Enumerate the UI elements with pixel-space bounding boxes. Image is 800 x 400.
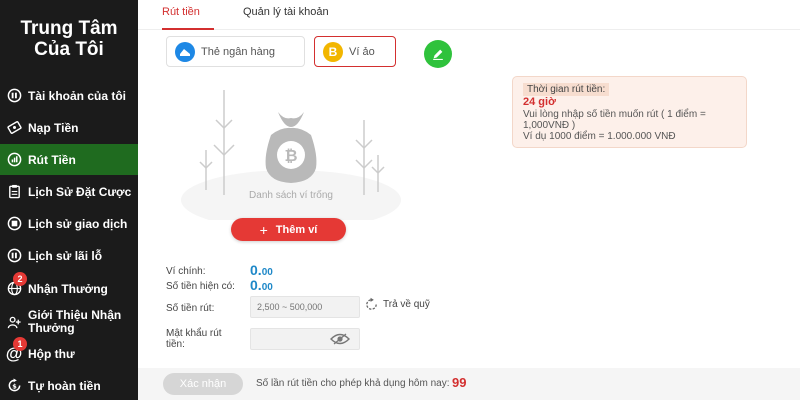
confirm-button[interactable]: Xác nhận: [163, 373, 243, 395]
virtual-wallet-method-label: Ví ảo: [349, 45, 375, 58]
tab-account-management[interactable]: Quản lý tài khoản: [243, 6, 329, 18]
withdraw-amount-input-wrapper: [250, 296, 360, 318]
main-wallet-amount: 0.00: [250, 262, 273, 278]
info-line-3: Ví dụ 1000 điểm = 1.000.000 VNĐ: [523, 131, 676, 142]
return-to-fund-button[interactable]: Trả về quỹ: [364, 297, 430, 312]
active-tab-indicator: [162, 28, 214, 30]
withdraw-password-label: Mật khẩu rút tiền:: [166, 328, 222, 350]
available-amount: 0.00: [250, 277, 273, 293]
withdraw-chart-icon: [6, 152, 22, 168]
empty-wallet-text: Danh sách ví trống: [249, 190, 333, 201]
plus-icon: +: [259, 221, 268, 238]
add-wallet-button[interactable]: + Thêm ví: [231, 218, 346, 241]
svg-text:$: $: [12, 382, 17, 390]
sidebar: Trung Tâm Của Tôi Tài khoản của tôi Nạp …: [0, 0, 138, 400]
profit-loss-icon: [6, 248, 22, 264]
sidebar-item-withdraw[interactable]: Rút Tiền: [0, 144, 138, 175]
info-hours: 24 giờ: [523, 96, 556, 108]
sidebar-item-auto-refund[interactable]: $ Tự hoàn tiền: [0, 370, 138, 400]
virtual-wallet-method-button[interactable]: B Ví ảo: [314, 36, 396, 67]
sidebar-item-referral[interactable]: Giới Thiệu Nhận Thưởng: [0, 305, 138, 339]
sidebar-item-deposit[interactable]: Nạp Tiền: [0, 112, 138, 143]
sidebar-item-profit-loss[interactable]: Lịch sử lãi lỗ: [0, 240, 138, 271]
add-wallet-label: Thêm ví: [275, 223, 318, 236]
refresh-icon: [366, 297, 377, 310]
clipboard-icon: [6, 184, 22, 200]
svg-text:₿: ₿: [284, 146, 297, 165]
tab-bar: Rút tiền Quản lý tài khoản: [138, 0, 800, 30]
daily-withdraw-count: 99: [452, 375, 467, 390]
sidebar-item-transaction-history[interactable]: Lịch sử giao dịch: [0, 208, 138, 239]
withdraw-page: Trung Tâm Của Tôi Tài khoản của tôi Nạp …: [0, 0, 800, 400]
referral-icon: [6, 314, 22, 330]
transaction-icon: [6, 216, 22, 232]
withdraw-amount-input[interactable]: [257, 302, 359, 312]
account-icon: [6, 88, 22, 104]
main-wallet-label: Ví chính:: [166, 266, 206, 277]
bank-card-method-button[interactable]: Thẻ ngân hàng: [166, 36, 305, 67]
tab-withdraw[interactable]: Rút tiền: [162, 6, 200, 18]
sidebar-item-account[interactable]: Tài khoản của tôi: [0, 80, 138, 111]
edit-pencil-button[interactable]: [424, 40, 452, 68]
rewards-count-badge: 2: [13, 272, 27, 286]
daily-withdraw-limit-text: Số lần rút tiền cho phép khả dụng hôm na…: [256, 378, 450, 389]
bitcoin-icon: B: [323, 41, 343, 62]
info-line-1: Vui lòng nhập số tiền muốn rút ( 1 điểm …: [523, 109, 706, 120]
bank-card-icon: [175, 41, 195, 62]
sidebar-item-bet-history[interactable]: Lịch Sử Đặt Cược: [0, 176, 138, 207]
withdraw-amount-label: Số tiền rút:: [166, 303, 215, 314]
info-title: Thời gian rút tiền:: [523, 83, 610, 96]
withdraw-info-box: Thời gian rút tiền: 24 giờ Vui lòng nhập…: [512, 76, 747, 148]
refund-icon: $: [6, 378, 22, 394]
eye-slash-icon[interactable]: [330, 333, 350, 345]
sidebar-title: Trung Tâm Của Tôi: [20, 18, 118, 60]
available-amount-label: Số tiền hiện có:: [166, 281, 235, 292]
pencil-icon: [433, 49, 443, 60]
info-line-2: 1,000VNĐ ): [523, 120, 576, 131]
deposit-icon: [6, 120, 22, 136]
bank-card-method-label: Thẻ ngân hàng: [201, 45, 276, 58]
inbox-count-badge: 1: [13, 337, 27, 351]
